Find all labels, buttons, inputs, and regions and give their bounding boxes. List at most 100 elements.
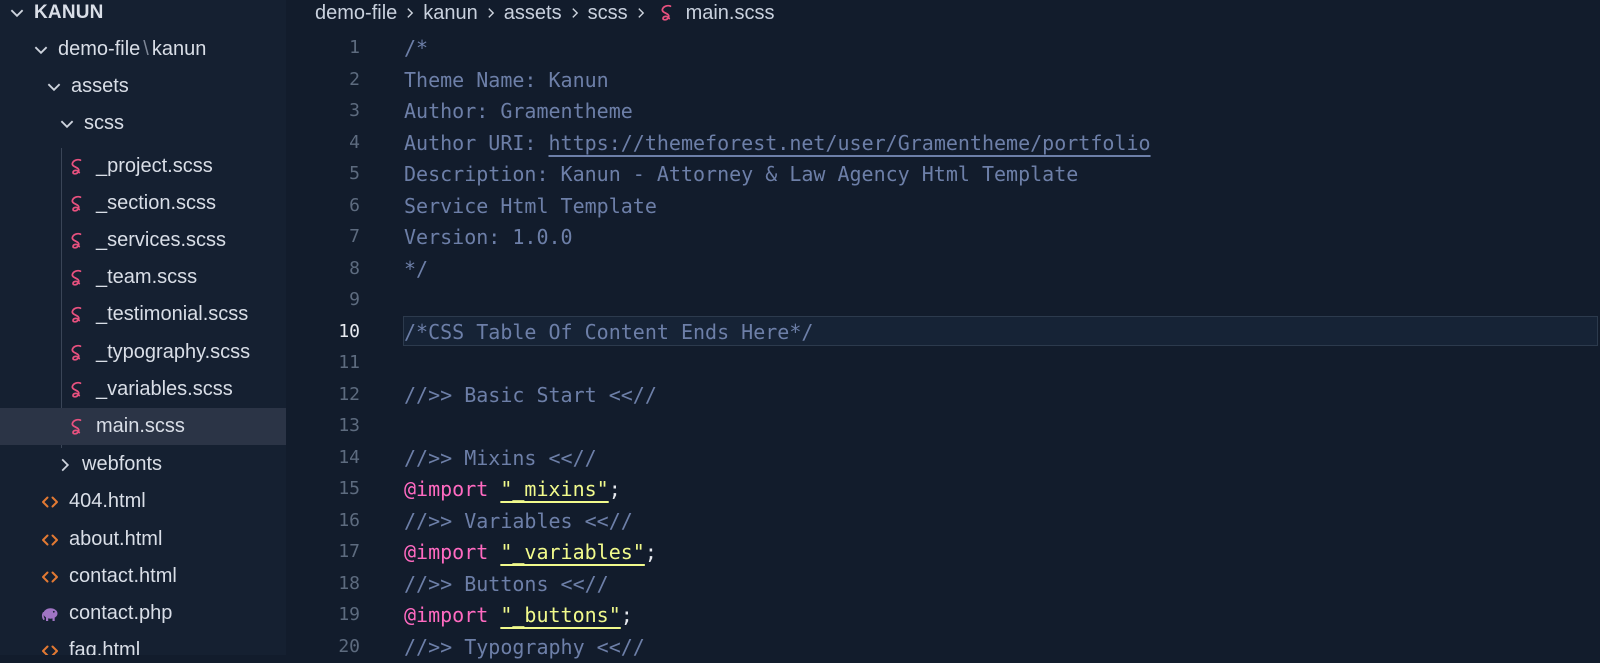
code-line[interactable]: 15 @import "_mixins";: [286, 473, 1600, 505]
code-line[interactable]: 13: [286, 410, 1600, 442]
sass-file-icon: [66, 416, 88, 438]
line-number: 5: [349, 163, 360, 184]
comment-text: */: [404, 256, 429, 281]
sass-file-icon: [66, 193, 88, 215]
sass-file-icon: [66, 304, 88, 326]
code-text: @import "_variables";: [404, 536, 657, 568]
file-services-scss[interactable]: _services.scss: [0, 222, 286, 259]
comment-text: //>> Variables <<//: [404, 508, 633, 533]
file-label: about.html: [69, 528, 163, 550]
line-number: 12: [338, 383, 360, 405]
breadcrumb-item-kanun[interactable]: kanun: [423, 2, 478, 25]
code-line[interactable]: 18 //>> Buttons <<//: [286, 568, 1600, 600]
chevron-down-icon[interactable]: [6, 2, 28, 24]
code-line[interactable]: 8 */: [286, 253, 1600, 285]
folder-label-kanun: kanun: [151, 38, 207, 60]
import-keyword: @import: [404, 477, 489, 501]
folder-demo-file-kanun[interactable]: demo-file \ kanun: [0, 31, 286, 68]
chevron-down-icon[interactable]: [30, 39, 52, 61]
file-testimonial-scss[interactable]: _testimonial.scss: [0, 296, 286, 333]
file-label: 404.html: [69, 490, 146, 512]
code-text: /*: [404, 32, 428, 64]
file-label: faq.html: [69, 639, 141, 655]
line-number: 15: [338, 478, 360, 499]
code-line[interactable]: 10 /*CSS Table Of Content Ends Here*/: [286, 315, 1600, 348]
breadcrumb-item-scss[interactable]: scss: [588, 2, 628, 25]
chevron-right-icon: [481, 3, 501, 23]
code-line[interactable]: 14 //>> Mixins <<//: [286, 442, 1600, 474]
chevron-right-icon: [400, 3, 420, 23]
code-line[interactable]: 19 @import "_buttons";: [286, 599, 1600, 631]
import-string[interactable]: "_variables": [500, 540, 645, 564]
semicolon: ;: [608, 477, 621, 501]
code-line[interactable]: 9: [286, 284, 1600, 316]
chevron-down-icon[interactable]: [43, 76, 65, 98]
file-contact-html[interactable]: contact.html: [0, 558, 286, 595]
line-number: 1: [349, 37, 360, 58]
comment-text: Author: Gramentheme: [404, 99, 633, 123]
file-label: _typography.scss: [96, 341, 251, 363]
code-line[interactable]: 20 //>> Typography <<//: [286, 631, 1600, 663]
file-label: contact.php: [69, 602, 173, 624]
chevron-down-icon[interactable]: [56, 113, 78, 135]
line-number: 13: [338, 415, 360, 436]
chevron-right-icon: [631, 3, 651, 23]
line-number: 11: [338, 352, 360, 373]
comment-text: Version: 1.0.0: [404, 225, 573, 249]
breadcrumb-item-assets[interactable]: assets: [504, 2, 562, 25]
file-variables-scss[interactable]: _variables.scss: [0, 371, 286, 408]
file-label: _section.scss: [96, 192, 217, 214]
code-line[interactable]: 6 Service Html Template: [286, 190, 1600, 222]
file-about-html[interactable]: about.html: [0, 521, 286, 558]
folder-assets[interactable]: assets: [0, 68, 286, 105]
file-faq-html[interactable]: faq.html: [0, 632, 286, 655]
code-text: //>> Basic Start <<//: [404, 379, 657, 411]
semicolon: ;: [644, 540, 657, 564]
folder-webfonts[interactable]: webfonts: [0, 446, 286, 483]
code-line[interactable]: 7 Version: 1.0.0: [286, 221, 1600, 253]
file-404-html[interactable]: 404.html: [0, 483, 286, 520]
comment-link[interactable]: https://themeforest.net/user/Gramentheme…: [549, 131, 1151, 155]
file-contact-php[interactable]: contact.php: [0, 595, 286, 632]
chevron-right-icon[interactable]: [54, 454, 76, 476]
file-section-scss[interactable]: _section.scss: [0, 185, 286, 222]
comment-text: Theme Name: Kanun: [404, 67, 609, 92]
code-line[interactable]: 2 Theme Name: Kanun: [286, 64, 1600, 96]
code-line[interactable]: 5 Description: Kanun - Attorney & Law Age…: [286, 158, 1600, 190]
file-project-scss[interactable]: _project.scss: [0, 148, 286, 185]
code-editor[interactable]: 1 /* 2 Theme Name: Kanun 3 Author: Gramenthem…: [286, 32, 1600, 659]
breadcrumb-item-main-scss[interactable]: main.scss: [686, 2, 775, 25]
folder-label-demo-file: demo-file: [58, 38, 141, 60]
comment-text: /*: [404, 36, 429, 60]
file-typography-scss[interactable]: _typography.scss: [0, 334, 286, 371]
code-line[interactable]: 16 //>> Variables <<//: [286, 505, 1600, 537]
import-string[interactable]: "_mixins": [500, 477, 608, 501]
explorer-root-kanun[interactable]: KANUN: [0, 0, 286, 31]
chevron-right-icon: [565, 3, 585, 23]
line-number: 18: [338, 572, 360, 594]
code-text: */: [404, 253, 428, 285]
file-label: _variables.scss: [96, 378, 233, 400]
file-main-scss[interactable]: main.scss: [0, 408, 286, 445]
line-number: 3: [349, 100, 360, 121]
code-line[interactable]: 12 //>> Basic Start <<//: [286, 379, 1600, 411]
code-line[interactable]: 1 /*: [286, 32, 1600, 64]
folder-scss[interactable]: scss: [0, 105, 286, 142]
breadcrumb-item-demo-file[interactable]: demo-file: [315, 2, 397, 25]
code-text: //>> Buttons <<//: [404, 568, 609, 600]
file-team-scss[interactable]: _team.scss: [0, 259, 286, 296]
explorer-root-label: KANUN: [34, 1, 104, 23]
code-text: Description: Kanun - Attorney & Law Agen…: [404, 158, 1078, 190]
line-number: 8: [349, 257, 360, 279]
import-string[interactable]: "_buttons": [500, 603, 620, 627]
code-line[interactable]: 3 Author: Gramentheme: [286, 95, 1600, 127]
sass-file-icon: [66, 230, 88, 252]
code-line[interactable]: 4 Author URI: https://themeforest.net/use…: [286, 127, 1600, 159]
code-line[interactable]: 11: [286, 347, 1600, 379]
file-label: contact.html: [69, 565, 177, 587]
file-label: main.scss: [96, 415, 185, 437]
line-number: 6: [349, 194, 360, 216]
code-line[interactable]: 17 @import "_variables";: [286, 536, 1600, 568]
html-file-icon: [39, 491, 61, 513]
sass-file-icon: [66, 342, 88, 364]
